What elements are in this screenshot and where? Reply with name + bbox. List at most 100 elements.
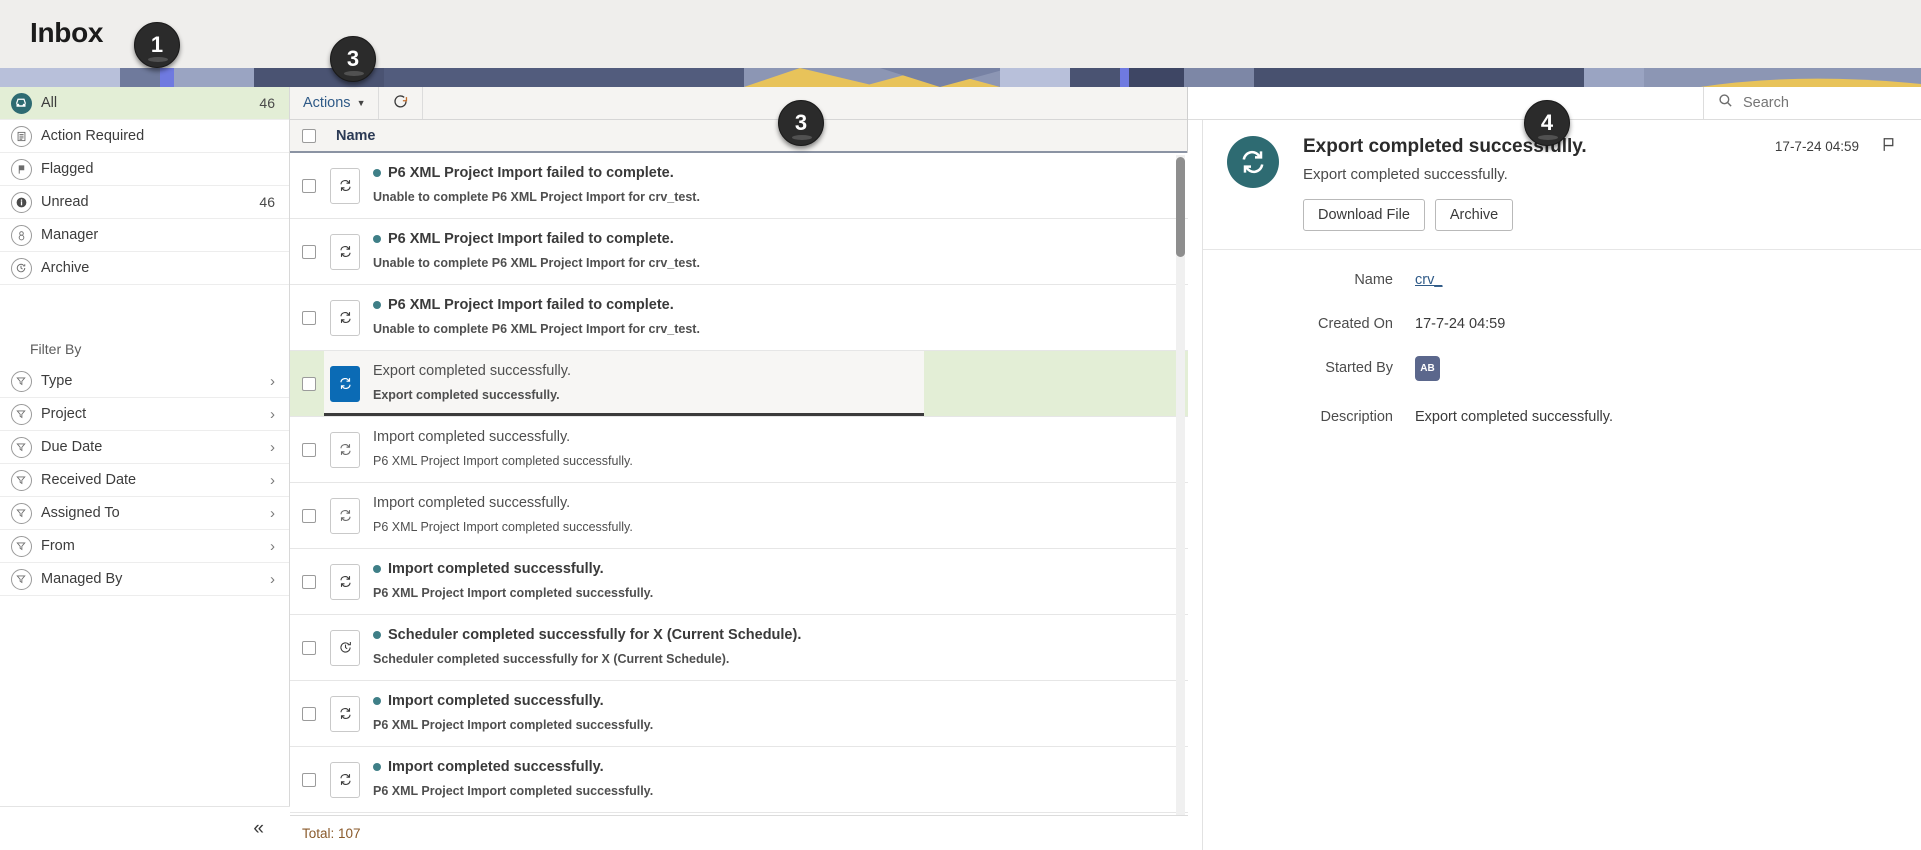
refresh-button[interactable]: [379, 87, 424, 119]
sidebar-item-action-required[interactable]: Action Required: [0, 120, 289, 153]
sync-icon: [330, 431, 360, 468]
table-row[interactable]: Import completed successfully. P6 XML Pr…: [290, 747, 1188, 813]
row-title-wrap: Export completed successfully.: [373, 363, 571, 379]
avatar[interactable]: AB: [1415, 356, 1440, 381]
flag-icon: [10, 158, 32, 180]
search-box[interactable]: [1703, 86, 1921, 120]
table-row-selected[interactable]: Export completed successfully. Export co…: [290, 351, 1188, 417]
chevron-right-icon: ›: [270, 570, 275, 588]
row-text: Import completed successfully. P6 XML Pr…: [373, 429, 633, 470]
filter-item-managed-by[interactable]: Managed By ›: [0, 563, 289, 596]
filter-item-from[interactable]: From ›: [0, 530, 289, 563]
double-chevron-left-icon: «: [253, 817, 264, 839]
row-checkbox[interactable]: [302, 508, 316, 523]
info-icon: [10, 191, 32, 213]
filter-item-due-date[interactable]: Due Date ›: [0, 431, 289, 464]
download-file-button[interactable]: Download File: [1303, 199, 1425, 231]
flag-outline-icon[interactable]: [1880, 136, 1897, 158]
row-title: Import completed successfully.: [373, 429, 571, 445]
select-all-checkbox[interactable]: [302, 128, 316, 143]
filter-item-assigned-to[interactable]: Assigned To ›: [0, 497, 289, 530]
message-rows[interactable]: P6 XML Project Import failed to complete…: [290, 153, 1188, 815]
funnel-icon: [10, 469, 32, 491]
table-row[interactable]: P6 XML Project Import failed to complete…: [290, 153, 1188, 219]
filter-item-label: From: [41, 538, 75, 554]
sidebar-item-label: Flagged: [41, 161, 94, 177]
chevron-right-icon: ›: [270, 372, 275, 390]
sidebar-item-count: 46: [259, 194, 275, 210]
field-value-name[interactable]: crv_: [1415, 272, 1442, 288]
chevron-right-icon: ›: [270, 471, 275, 489]
sidebar-item-manager[interactable]: Manager: [0, 219, 289, 252]
row-checkbox[interactable]: [302, 574, 316, 589]
sync-icon: [330, 299, 360, 336]
sidebar-item-unread[interactable]: Unread 46: [0, 186, 289, 219]
sync-icon: [330, 365, 360, 402]
table-row[interactable]: Import completed successfully. P6 XML Pr…: [290, 417, 1188, 483]
field-description: Description Export completed successfull…: [1203, 409, 1921, 425]
field-label: Started By: [1325, 360, 1393, 376]
table-row[interactable]: P6 XML Project Import failed to complete…: [290, 219, 1188, 285]
callout-badge-3: 3: [778, 100, 824, 146]
row-checkbox[interactable]: [302, 442, 316, 457]
row-checkbox[interactable]: [302, 244, 316, 259]
detail-date: 17-7-24 04:59: [1774, 139, 1859, 154]
row-checkbox[interactable]: [302, 310, 316, 325]
row-checkbox[interactable]: [302, 640, 316, 655]
row-title: Scheduler completed successfully for X (…: [388, 627, 802, 643]
list-scrollbar-thumb[interactable]: [1176, 157, 1185, 257]
search-input[interactable]: [1743, 95, 1893, 111]
table-row[interactable]: Import completed successfully. P6 XML Pr…: [290, 681, 1188, 747]
row-title: Import completed successfully.: [388, 759, 604, 775]
sidebar-item-archive[interactable]: Archive: [0, 252, 289, 285]
row-checkbox[interactable]: [302, 706, 316, 721]
filter-item-received-date[interactable]: Received Date ›: [0, 464, 289, 497]
column-header-name[interactable]: Name: [336, 128, 376, 144]
sync-icon: [330, 563, 360, 600]
sidebar-item-flagged[interactable]: Flagged: [0, 153, 289, 186]
unread-dot-icon: [373, 565, 381, 573]
filter-by-heading: Filter By: [30, 341, 82, 357]
field-started-by: Started By AB: [1203, 356, 1921, 381]
sidebar-item-all[interactable]: All 46: [0, 87, 289, 120]
row-title-wrap: Import completed successfully.: [373, 561, 653, 577]
actions-dropdown-button[interactable]: Actions ▼: [290, 87, 380, 119]
chevron-down-icon: ▼: [356, 98, 366, 108]
filter-item-type[interactable]: Type ›: [0, 365, 289, 398]
filter-item-project[interactable]: Project ›: [0, 398, 289, 431]
field-created-on: Created On 17-7-24 04:59: [1203, 316, 1921, 332]
row-title: P6 XML Project Import failed to complete…: [388, 165, 674, 181]
row-checkbox[interactable]: [302, 772, 316, 787]
row-text: P6 XML Project Import failed to complete…: [373, 231, 700, 272]
table-row[interactable]: Import completed successfully. P6 XML Pr…: [290, 483, 1188, 549]
sync-icon: [330, 497, 360, 534]
table-row[interactable]: Import completed successfully. P6 XML Pr…: [290, 549, 1188, 615]
funnel-icon: [10, 568, 32, 590]
funnel-icon: [10, 403, 32, 425]
page-title: Inbox: [30, 17, 104, 48]
row-title: Import completed successfully.: [388, 693, 604, 709]
unread-dot-icon: [373, 763, 381, 771]
row-title: Export completed successfully.: [373, 363, 571, 379]
row-title-wrap: P6 XML Project Import failed to complete…: [373, 165, 700, 181]
row-subtitle: Unable to complete P6 XML Project Import…: [373, 190, 700, 204]
list-toolbar: Actions ▼: [290, 87, 1187, 120]
funnel-icon: [10, 370, 32, 392]
sidebar-item-count: 46: [259, 95, 275, 111]
manager-icon: [10, 224, 32, 246]
sidebar-item-label: Action Required: [41, 128, 145, 144]
archive-button[interactable]: Archive: [1434, 199, 1514, 231]
callout-badge-4: 4: [1524, 100, 1570, 146]
table-row[interactable]: P6 XML Project Import failed to complete…: [290, 285, 1188, 351]
detail-pane: Export completed successfully. Export co…: [1188, 86, 1921, 850]
inbox-app: Inbox All 46 Action Required Flagged Unr…: [0, 0, 1921, 850]
field-value-created-on: 17-7-24 04:59: [1415, 316, 1506, 332]
field-label: Name: [1354, 272, 1393, 288]
row-title: Import completed successfully.: [373, 495, 571, 511]
filter-item-label: Managed By: [41, 571, 123, 587]
table-row[interactable]: Scheduler completed successfully for X (…: [290, 615, 1188, 681]
row-checkbox[interactable]: [302, 376, 316, 391]
sidebar-collapse-button[interactable]: «: [0, 806, 290, 850]
row-subtitle: Unable to complete P6 XML Project Import…: [373, 256, 700, 270]
row-checkbox[interactable]: [302, 178, 316, 193]
